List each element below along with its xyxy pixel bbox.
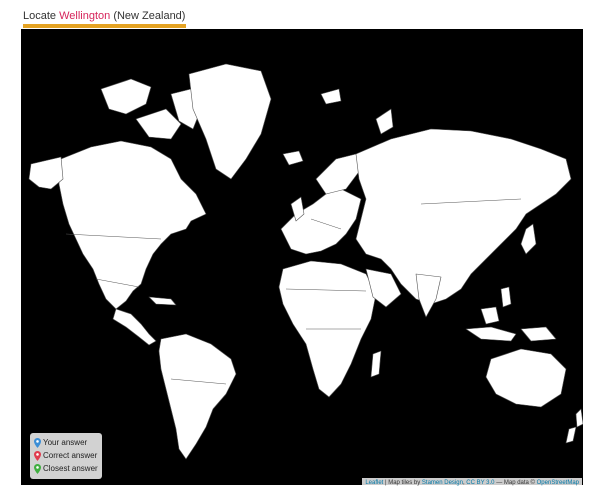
stamen-link[interactable]: Stamen Design — [422, 480, 463, 486]
prompt-underline — [23, 24, 186, 28]
land-north-america[interactable] — [58, 140, 207, 310]
land-scandinavia[interactable] — [315, 153, 362, 195]
land-greenland[interactable] — [188, 63, 272, 180]
land-australia[interactable] — [485, 348, 567, 408]
land-svalbard[interactable] — [320, 88, 342, 105]
legend-correct-answer: Correct answer — [34, 449, 98, 462]
attribution-text: | Map tiles by — [383, 480, 422, 486]
land-novaya-zemlya[interactable] — [375, 108, 394, 135]
land-indonesia[interactable] — [465, 326, 517, 342]
map-pin-icon — [34, 463, 41, 474]
land-philippines[interactable] — [500, 286, 512, 308]
legend-label: Correct answer — [43, 451, 98, 460]
map-pin-icon — [34, 437, 41, 448]
legend-your-answer: Your answer — [34, 436, 98, 449]
land-new-zealand-north[interactable] — [575, 408, 583, 428]
world-map-svg[interactable] — [21, 29, 583, 485]
land-arctic-islands[interactable] — [100, 78, 152, 115]
land-arctic-islands-2[interactable] — [135, 108, 182, 140]
osm-link[interactable]: OpenStreetMap — [537, 480, 579, 486]
land-new-zealand-south[interactable] — [565, 426, 577, 444]
leaflet-link[interactable]: Leaflet — [365, 480, 383, 486]
world-map[interactable] — [21, 29, 583, 485]
land-japan[interactable] — [520, 223, 537, 255]
legend-closest-answer: Closest answer — [34, 462, 98, 475]
land-madagascar[interactable] — [370, 350, 382, 378]
land-iceland[interactable] — [282, 150, 304, 166]
land-new-guinea[interactable] — [520, 326, 557, 342]
legend-label: Closest answer — [43, 464, 98, 473]
legend-label: Your answer — [43, 438, 88, 447]
land-central-america[interactable] — [112, 308, 157, 346]
prompt-city: Wellington — [59, 10, 111, 22]
map-legend: Your answer Correct answer Closest answe… — [30, 433, 102, 479]
land-cuba[interactable] — [148, 296, 177, 306]
prompt-prefix: Locate — [23, 10, 60, 22]
land-south-america[interactable] — [158, 333, 237, 460]
license-link[interactable]: CC BY 3.0 — [466, 480, 494, 486]
land-europe[interactable] — [280, 188, 362, 255]
geo-quiz-page: Locate Wellington (New Zealand) Your ans… — [0, 0, 604, 495]
map-attribution: Leaflet | Map tiles by Stamen Design, CC… — [362, 478, 582, 489]
map-pin-icon — [34, 450, 41, 461]
attribution-text-2: — Map data © — [494, 480, 537, 486]
question-prompt: Locate Wellington (New Zealand) — [23, 8, 185, 24]
land-alaska[interactable] — [28, 156, 64, 190]
prompt-suffix: (New Zealand) — [110, 10, 186, 22]
land-borneo[interactable] — [480, 306, 500, 325]
